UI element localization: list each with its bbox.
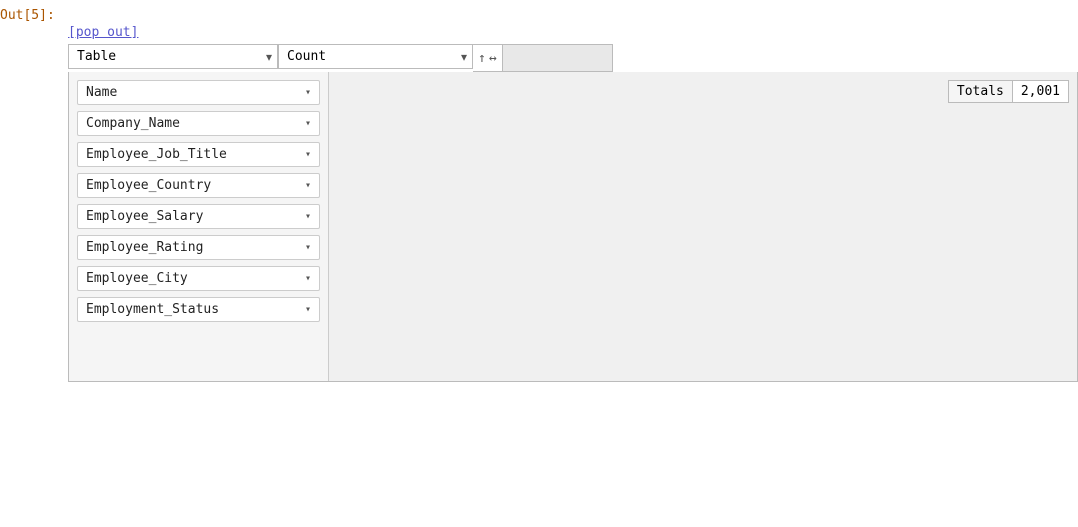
- count-dropdown[interactable]: CountSumMeanMaxMin: [278, 44, 473, 69]
- count-dropdown-wrapper[interactable]: CountSumMeanMaxMin ▼: [278, 44, 473, 72]
- field-name-label: Company_Name: [86, 116, 180, 131]
- field-arrow-icon: ▾: [305, 242, 311, 253]
- main-area: Name▾Company_Name▾Employee_Job_Title▾Emp…: [68, 72, 1078, 382]
- totals-box: Totals 2,001: [948, 80, 1069, 103]
- widget-container: TableBar ChartLine Chart ▼ CountSumMeanM…: [68, 44, 1078, 382]
- field-name-label: Employment_Status: [86, 302, 219, 317]
- table-dropdown-wrapper[interactable]: TableBar ChartLine Chart ▼: [68, 44, 278, 72]
- field-arrow-icon: ▾: [305, 273, 311, 284]
- field-chip-name[interactable]: Name ▾: [77, 80, 320, 105]
- field-chip-employee_salary[interactable]: Employee_Salary ▾: [77, 204, 320, 229]
- field-arrow-icon: ▾: [305, 149, 311, 160]
- field-chip-employment_status[interactable]: Employment_Status ▾: [77, 297, 320, 322]
- fields-panel: Name▾Company_Name▾Employee_Job_Title▾Emp…: [69, 72, 329, 381]
- field-name-label: Employee_Job_Title: [86, 147, 227, 162]
- totals-label: Totals: [949, 81, 1013, 102]
- table-dropdown[interactable]: TableBar ChartLine Chart: [68, 44, 278, 69]
- spacer-box: [503, 44, 613, 72]
- field-chip-employee_job_title[interactable]: Employee_Job_Title ▾: [77, 142, 320, 167]
- field-arrow-icon: ▾: [305, 180, 311, 191]
- pop-out-link[interactable]: [pop out]: [68, 25, 138, 40]
- field-arrow-icon: ▾: [305, 304, 311, 315]
- field-name-label: Employee_Rating: [86, 240, 203, 255]
- sort-desc-icon: ↔: [489, 52, 497, 65]
- field-name-label: Employee_Salary: [86, 209, 203, 224]
- field-arrow-icon: ▾: [305, 211, 311, 222]
- sort-asc-icon: ↑: [478, 52, 486, 65]
- totals-value: 2,001: [1013, 81, 1068, 102]
- field-arrow-icon: ▾: [305, 87, 311, 98]
- field-name-label: Employee_City: [86, 271, 188, 286]
- sort-buttons[interactable]: ↑ ↔: [473, 44, 503, 72]
- field-name-label: Name: [86, 85, 117, 100]
- field-chip-employee_city[interactable]: Employee_City ▾: [77, 266, 320, 291]
- field-arrow-icon: ▾: [305, 118, 311, 129]
- field-chip-employee_country[interactable]: Employee_Country ▾: [77, 173, 320, 198]
- field-chip-employee_rating[interactable]: Employee_Rating ▾: [77, 235, 320, 260]
- output-label: Out[5]:: [0, 8, 68, 23]
- field-name-label: Employee_Country: [86, 178, 211, 193]
- data-panel: Totals 2,001: [329, 72, 1077, 381]
- toolbar: TableBar ChartLine Chart ▼ CountSumMeanM…: [68, 44, 1078, 72]
- field-chip-company_name[interactable]: Company_Name ▾: [77, 111, 320, 136]
